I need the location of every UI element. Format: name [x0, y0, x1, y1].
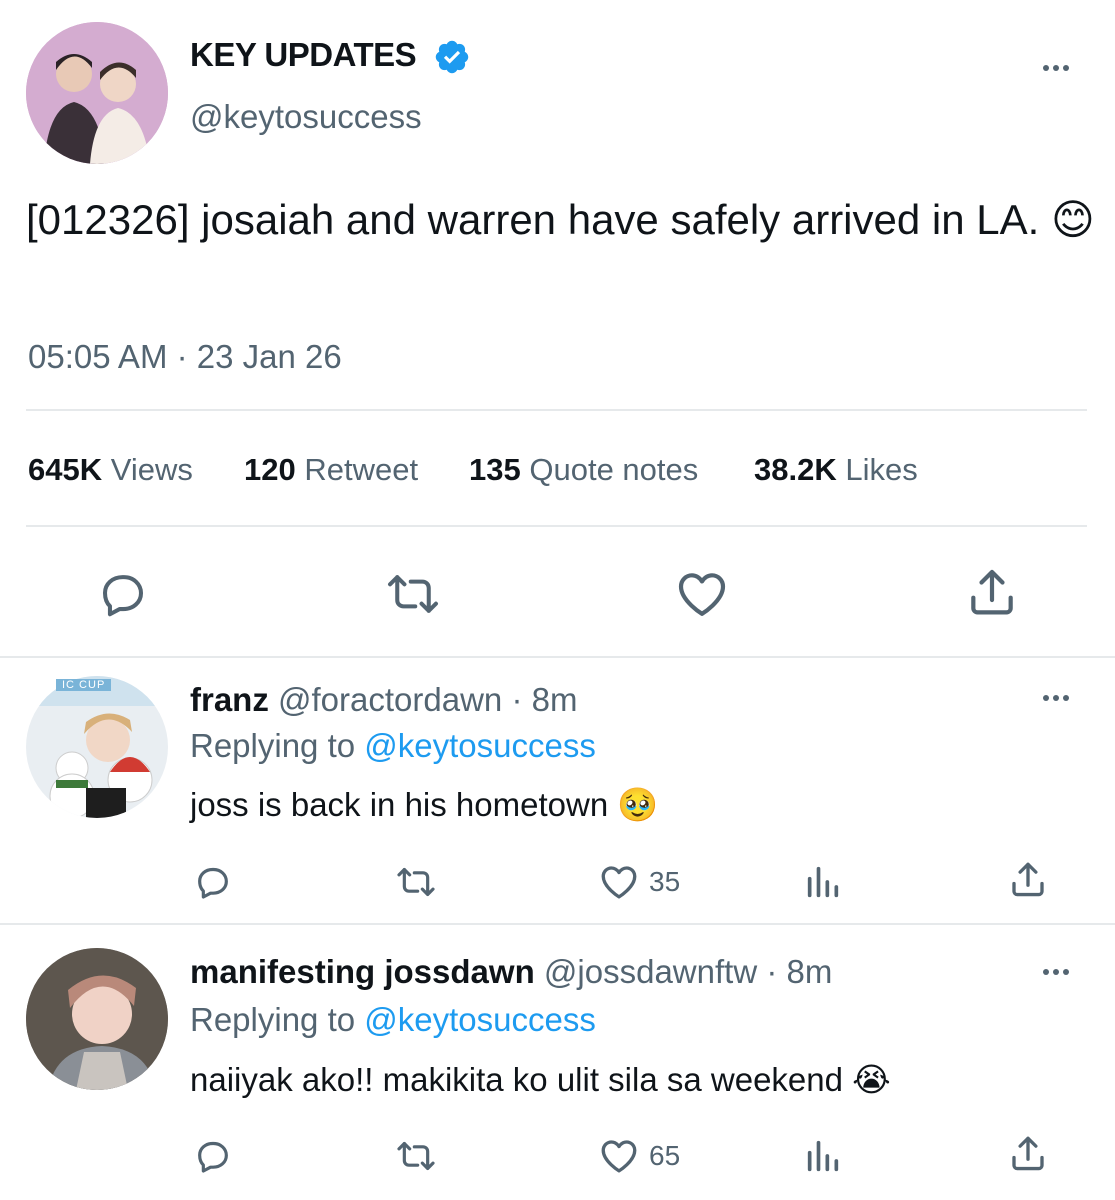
- more-options-icon[interactable]: [1043, 969, 1069, 975]
- tweet-stats: 645K Views: [28, 452, 193, 488]
- more-options-icon[interactable]: [1043, 65, 1069, 71]
- avatar-photo-icon: [26, 22, 168, 164]
- divider: [26, 525, 1087, 527]
- tweet-date: 23 Jan 26: [196, 338, 342, 375]
- handle[interactable]: @keytosuccess: [190, 98, 422, 136]
- like-icon[interactable]: [598, 861, 640, 903]
- reply-header: franz @foractordawn · 8m: [190, 681, 577, 719]
- reply-icon[interactable]: [193, 862, 233, 902]
- tweet-time: 05:05 AM: [28, 338, 168, 375]
- replying-to: Replying to @keytosuccess: [190, 727, 596, 765]
- reply-text: joss is back in his hometown 🥹: [190, 786, 658, 825]
- replying-handle-link[interactable]: @keytosuccess: [364, 1001, 596, 1038]
- like-count: 35: [649, 866, 681, 897]
- more-options-icon[interactable]: [1043, 695, 1069, 701]
- views-stat[interactable]: 645K Views: [28, 452, 193, 487]
- avatar-overlay-text: IC CUP: [56, 679, 112, 691]
- avatar[interactable]: [26, 948, 168, 1090]
- avatar[interactable]: [26, 676, 168, 818]
- retweet-icon[interactable]: [395, 1136, 437, 1176]
- likes-stat[interactable]: 38.2K Likes: [754, 452, 918, 488]
- like-count: 65: [649, 1140, 681, 1171]
- retweet-icon[interactable]: [385, 567, 441, 621]
- analytics-icon[interactable]: [802, 1136, 844, 1176]
- share-icon[interactable]: [964, 565, 1020, 621]
- retweets-stat[interactable]: 120 Retweet: [244, 452, 418, 488]
- tweet-text: [012326] josaiah and warren have safely …: [26, 190, 1106, 250]
- avatar-photo-icon: [26, 676, 168, 818]
- replying-handle-link[interactable]: @keytosuccess: [364, 727, 596, 764]
- handle[interactable]: @foractordawn: [278, 681, 502, 718]
- timestamp[interactable]: 05:05 AM · 23 Jan 26: [28, 338, 342, 376]
- share-icon[interactable]: [1007, 1133, 1049, 1175]
- replying-to: Replying to @keytosuccess: [190, 1001, 596, 1039]
- display-name[interactable]: KEY UPDATES: [190, 36, 417, 74]
- replying-prefix: Replying to: [190, 1001, 356, 1038]
- smiling-face-emoji-icon: 😊: [1050, 196, 1095, 243]
- avatar[interactable]: [26, 22, 168, 164]
- reply-icon[interactable]: [193, 1136, 233, 1176]
- reply-text: naiiyak ako!! makikita ko ulit sila sa w…: [190, 1060, 891, 1099]
- display-name[interactable]: franz: [190, 681, 269, 718]
- analytics-icon[interactable]: [802, 862, 844, 902]
- share-icon[interactable]: [1007, 859, 1049, 901]
- verified-badge-icon: [433, 38, 471, 76]
- like-icon[interactable]: [674, 566, 730, 622]
- divider: [26, 409, 1087, 411]
- divider: [0, 923, 1115, 925]
- handle[interactable]: @jossdawnftw: [544, 953, 757, 990]
- reply-text-body: naiiyak ako!! makikita ko ulit sila sa w…: [190, 1061, 843, 1098]
- like-icon[interactable]: [598, 1135, 640, 1177]
- avatar-photo-icon: [26, 948, 168, 1090]
- pleading-face-emoji-icon: 🥹: [617, 786, 659, 823]
- reply-header: manifesting jossdawn @jossdawnftw · 8m: [190, 953, 832, 991]
- reply-time: · 8m: [511, 681, 578, 718]
- reply-icon[interactable]: [96, 567, 150, 621]
- display-name[interactable]: manifesting jossdawn: [190, 953, 535, 990]
- reply-text-body: joss is back in his hometown: [190, 786, 609, 823]
- timestamp-separator: ·: [176, 338, 188, 375]
- replying-prefix: Replying to: [190, 727, 356, 764]
- retweet-icon[interactable]: [395, 862, 437, 902]
- quotes-stat[interactable]: 135 Quote notes: [469, 452, 698, 488]
- divider: [0, 656, 1115, 658]
- loudly-crying-face-emoji-icon: 😭: [852, 1061, 891, 1098]
- reply-time: · 8m: [766, 953, 833, 990]
- tweet-text-body: [012326] josaiah and warren have safely …: [26, 196, 1040, 243]
